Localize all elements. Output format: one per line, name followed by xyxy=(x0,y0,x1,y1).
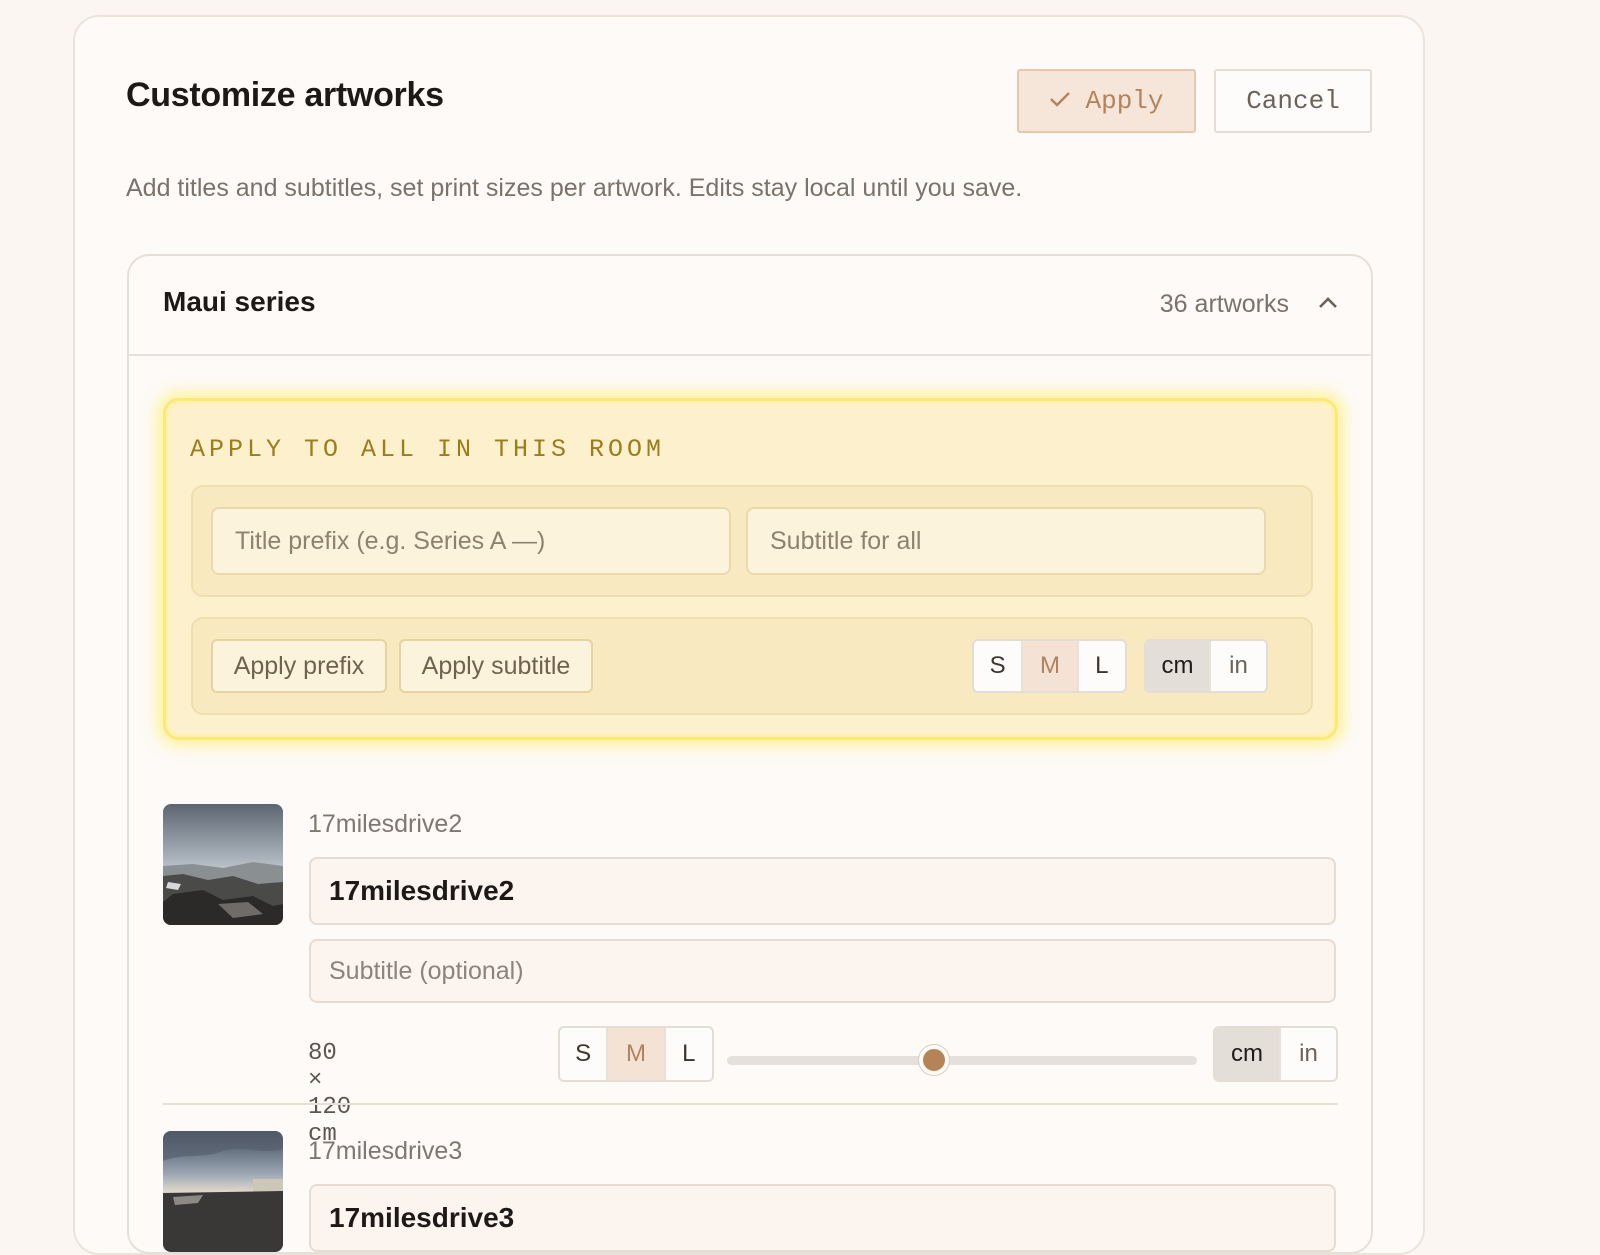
artwork-filename: 17milesdrive2 xyxy=(308,810,463,838)
unit-option-in[interactable]: in xyxy=(1211,641,1266,691)
artwork-filename: 17milesdrive3 xyxy=(308,1137,463,1165)
artwork-subtitle-input[interactable]: Subtitle (optional) xyxy=(309,939,1336,1003)
subtitle-for-all-input[interactable]: Subtitle for all xyxy=(746,507,1266,575)
cancel-button[interactable]: Cancel xyxy=(1214,69,1372,133)
group-title: Maui series xyxy=(163,286,316,317)
size-option-l[interactable]: L xyxy=(1079,641,1125,691)
size-option-l[interactable]: L xyxy=(666,1028,712,1080)
bulk-apply-section: APPLY TO ALL IN THIS ROOM Title prefix (… xyxy=(163,398,1338,740)
size-option-s[interactable]: S xyxy=(974,641,1024,691)
bulk-unit-toggle: cm in xyxy=(1144,639,1268,693)
check-icon xyxy=(1049,86,1071,116)
chevron-up-icon[interactable] xyxy=(1315,290,1341,316)
artwork-thumbnail xyxy=(163,804,283,925)
apply-prefix-button[interactable]: Apply prefix xyxy=(211,639,387,693)
unit-option-cm[interactable]: cm xyxy=(1215,1028,1281,1080)
size-option-m[interactable]: M xyxy=(1023,641,1079,691)
page-title: Customize artworks xyxy=(126,76,444,114)
apply-label: Apply xyxy=(1085,86,1164,116)
bulk-section-label: APPLY TO ALL IN THIS ROOM xyxy=(190,435,666,464)
artwork-dimensions: 80 × 120 cm xyxy=(308,1040,352,1148)
unit-option-in[interactable]: in xyxy=(1281,1028,1336,1080)
artwork-size-toggle: S M L xyxy=(558,1026,714,1082)
artwork-unit-toggle: cm in xyxy=(1213,1026,1338,1082)
bulk-actions-row: Apply prefix Apply subtitle S M L cm in xyxy=(191,617,1313,715)
bulk-size-toggle: S M L xyxy=(972,639,1127,693)
title-prefix-input[interactable]: Title prefix (e.g. Series A —) xyxy=(211,507,731,575)
artwork-title-input[interactable]: 17milesdrive2 xyxy=(309,857,1336,925)
artwork-count: 36 artworks xyxy=(1159,290,1289,318)
size-option-s[interactable]: S xyxy=(560,1028,609,1080)
artwork-title-input[interactable]: 17milesdrive3 xyxy=(309,1184,1336,1252)
size-slider[interactable] xyxy=(727,1045,1197,1075)
slider-handle[interactable] xyxy=(918,1045,949,1075)
size-option-m[interactable]: M xyxy=(608,1028,666,1080)
bulk-fields-row: Title prefix (e.g. Series A —) Subtitle … xyxy=(191,485,1313,597)
dialog-description: Add titles and subtitles, set print size… xyxy=(126,174,1023,202)
apply-button[interactable]: Apply xyxy=(1017,69,1196,133)
artwork-thumbnail xyxy=(163,1131,283,1252)
apply-subtitle-button[interactable]: Apply subtitle xyxy=(399,639,593,693)
item-divider xyxy=(163,1103,1338,1105)
group-header[interactable]: Maui series 36 artworks xyxy=(129,256,1371,356)
unit-option-cm[interactable]: cm xyxy=(1146,641,1211,691)
